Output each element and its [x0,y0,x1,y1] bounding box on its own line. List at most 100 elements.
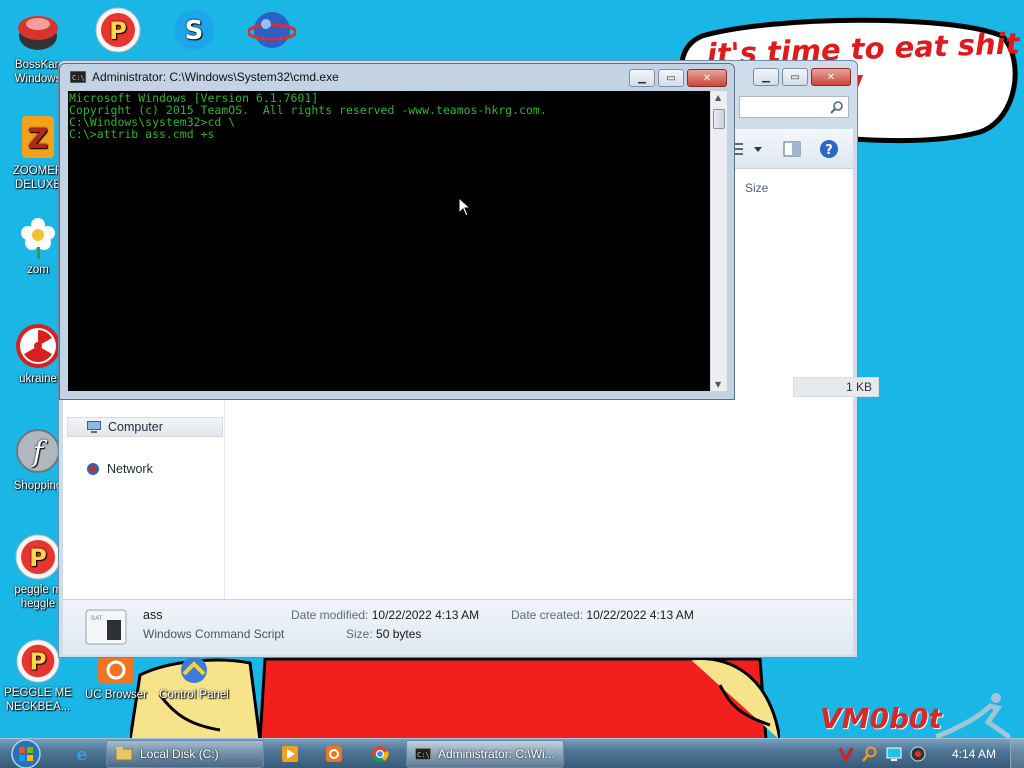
search-icon [830,101,843,114]
desktop-icon-uc-browser[interactable]: UC Browser [78,656,154,702]
svg-text:e: e [76,744,87,764]
details-value: 10/22/2022 4:13 AM [586,608,694,622]
peggle-icon: P [15,534,61,580]
details-file-name: ass [143,608,163,622]
internet-explorer-icon: e [76,744,87,764]
taskbar-ie[interactable]: e [66,740,98,768]
cmd-app-icon: C:\ [70,71,86,83]
svg-text:C:\: C:\ [417,751,430,759]
desktop-icon-skype[interactable]: S [156,6,232,56]
desktop-icon-peggle-top[interactable]: P [80,6,156,56]
watermark-figure-icon [935,693,1011,738]
nav-item-network[interactable]: Network [67,459,223,479]
desktop-icon-label: UC Browser [85,689,147,701]
scroll-up-arrow-icon[interactable]: ▲ [715,93,721,102]
cmd-minimize-button[interactable]: ▁ [629,69,655,87]
flash-icon: f [16,429,60,473]
search-tray-icon[interactable] [862,746,878,762]
system-tray: 4:14 AM [824,739,1024,768]
desktop-icon-globe[interactable] [234,6,310,56]
file-row-size[interactable]: 1 KB [793,377,879,397]
explorer-minimize-button[interactable]: ▁ [753,68,779,86]
svg-text:?: ? [825,143,833,158]
cmd-window[interactable]: C:\ Administrator: C:\Windows\System32\c… [59,63,735,400]
preview-pane-icon[interactable] [783,141,801,157]
volume-tray-icon[interactable] [910,746,926,762]
taskbar-app-orange[interactable] [318,740,350,768]
details-file-type: Windows Command Script [143,627,285,641]
explorer-search-input[interactable] [739,96,849,118]
desktop-icon-label: NECKBEA... [5,701,71,713]
cmd-console-output[interactable]: Microsoft Windows [Version 6.1.7601] Copy… [68,91,710,391]
view-options-icon[interactable] [735,141,765,157]
svg-text:BAT: BAT [91,615,103,622]
taskbar-label: Administrator: C:\Wi... [438,747,555,761]
folder-icon [115,747,133,761]
explorer-caption-buttons: ▁ ▭ ✕ [753,68,851,86]
taskbar-clock[interactable]: 4:14 AM [952,747,996,761]
cmd-title-text: Administrator: C:\Windows\System32\cmd.e… [92,70,339,84]
desktop-icon-control-panel[interactable]: Control Panel [156,656,232,702]
cmd-scrollbar[interactable]: ▲ ▼ [710,91,727,391]
cmd-close-button[interactable]: ✕ [687,69,727,87]
media-player-icon [282,746,298,762]
display-tray-icon[interactable] [886,746,902,762]
radiation-icon [16,324,60,368]
skype-icon: S [174,10,214,50]
scroll-down-arrow-icon[interactable]: ▼ [715,380,721,389]
mouse-pointer-icon [458,197,472,217]
computer-icon [87,421,101,433]
show-desktop-button[interactable] [1010,739,1024,768]
column-header-size[interactable]: Size [745,181,768,195]
svg-text:Z: Z [28,122,48,155]
chrome-icon [372,746,389,763]
details-date-created: Date created: 10/22/2022 4:13 AM [511,608,694,622]
svg-text:S: S [185,16,204,46]
taskbar: e Local Disk (C:) C:\ Administrator: C:\… [0,738,1024,768]
details-value: 50 bytes [376,627,422,641]
desktop-icon-label: Control Panel [159,689,229,701]
start-button-icon[interactable] [6,739,46,768]
cmd-maximize-button[interactable]: ▭ [658,69,684,87]
cmd-app-icon: C:\ [415,748,431,760]
taskbar-chrome[interactable] [364,740,396,768]
details-label: Size: [346,627,373,641]
console-line: C:\>attrib ass.cmd +s [69,127,215,141]
taskbar-cmd[interactable]: C:\ Administrator: C:\Wi... [406,740,564,768]
explorer-close-button[interactable]: ✕ [811,68,851,86]
details-value: 10/22/2022 4:13 AM [371,608,480,622]
scroll-thumb[interactable] [713,109,725,129]
peggle-icon: P [95,7,141,53]
antivirus-tray-icon[interactable] [838,746,854,762]
uc-browser-icon [98,656,134,684]
control-panel-icon [181,657,207,683]
zoomer-icon: Z [22,116,54,158]
cmd-script-file-icon: BAT [85,609,127,645]
svg-text:C:\: C:\ [72,74,85,82]
svg-text:P: P [29,544,47,572]
globe-icon [248,12,296,48]
uc-browser-icon [326,746,342,762]
desktop-icon-label: PEGGLE ME [4,687,72,699]
help-icon[interactable]: ? [819,139,839,159]
explorer-details-pane: BAT ass Windows Command Script Date modi… [63,599,853,655]
nav-item-label: Network [107,462,153,476]
taskbar-local-disk[interactable]: Local Disk (C:) [106,740,264,768]
boss-icon [18,16,58,50]
taskbar-media-player[interactable] [274,740,306,768]
svg-text:P: P [30,650,47,676]
cmd-title-bar[interactable]: C:\ Administrator: C:\Windows\System32\c… [70,70,339,84]
svg-text:P: P [109,17,127,45]
network-icon [87,463,99,475]
taskbar-label: Local Disk (C:) [140,747,219,761]
details-label: Date created: [511,608,584,622]
details-label: Date modified: [291,608,369,622]
details-size: Size: 50 bytes [346,627,421,641]
flower-icon [21,218,55,259]
peggle-icon: P [16,639,60,683]
nav-item-computer[interactable]: Computer [67,417,223,437]
explorer-maximize-button[interactable]: ▭ [782,68,808,86]
cmd-caption-buttons: ▁ ▭ ✕ [629,69,727,87]
details-date-modified: Date modified: 10/22/2022 4:13 AM [291,608,479,622]
nav-item-label: Computer [108,420,163,434]
